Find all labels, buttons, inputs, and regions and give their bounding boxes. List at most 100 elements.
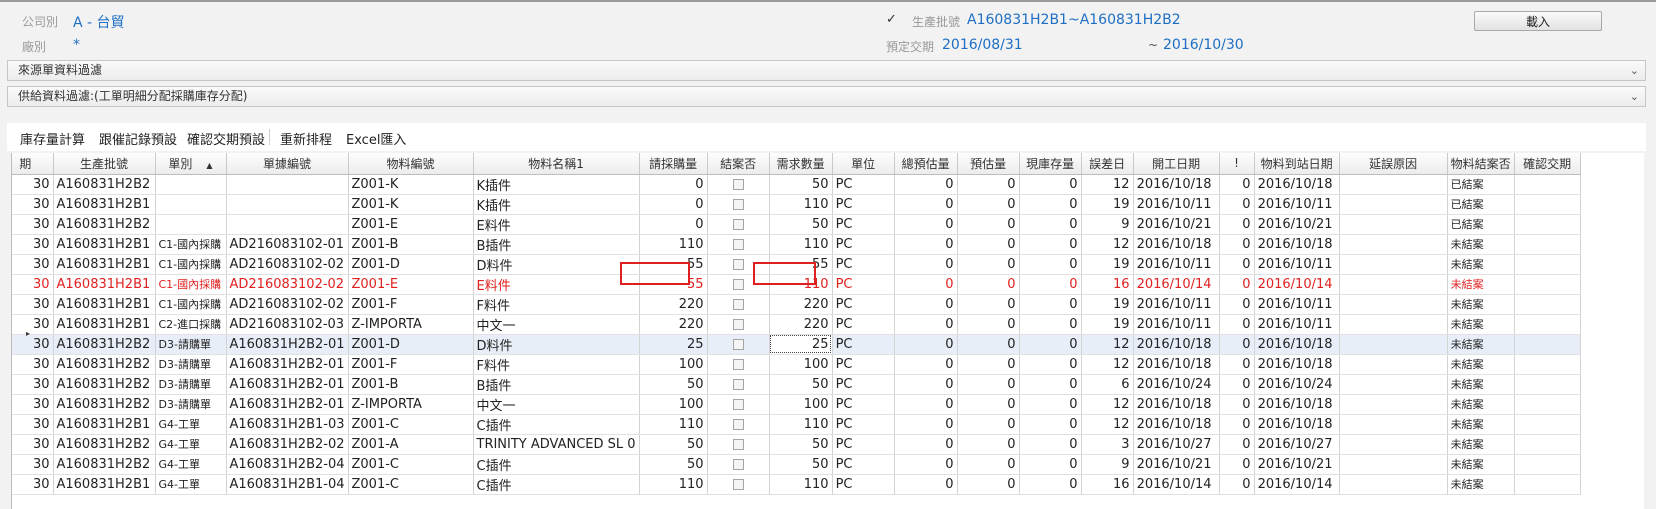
- cell-arrive[interactable]: 2016/10/14: [1254, 474, 1340, 495]
- follow-up-default-button[interactable]: 跟催記錄預設: [99, 129, 177, 148]
- cell-start[interactable]: 2016/10/18: [1133, 394, 1220, 415]
- cell-type[interactable]: [155, 174, 227, 195]
- cell-req[interactable]: 0: [639, 174, 708, 195]
- cell-closed[interactable]: 未結案: [1447, 294, 1515, 315]
- chevron-down-icon[interactable]: ⌄: [1630, 87, 1639, 106]
- cell-doc[interactable]: A160831H2B2-01: [226, 354, 349, 375]
- cell-p[interactable]: 30: [12, 414, 54, 435]
- column-header-19[interactable]: 確認交期: [1514, 153, 1581, 175]
- cell-diff[interactable]: 9: [1081, 454, 1134, 475]
- closed-checkbox-cell[interactable]: [707, 294, 770, 315]
- cell-closed[interactable]: 未結案: [1447, 354, 1515, 375]
- cell-start[interactable]: 2016/10/14: [1133, 474, 1220, 495]
- cell-start[interactable]: 2016/10/18: [1133, 354, 1220, 375]
- table-row[interactable]: 30 A160831H2B2 D3-請購單 A160831H2B2-01 Z001-D D…: [12, 334, 1581, 355]
- column-header-5[interactable]: 物料名稱1: [473, 153, 640, 175]
- cell-stock[interactable]: 0: [1019, 334, 1082, 355]
- cell-stock[interactable]: 0: [1019, 174, 1082, 195]
- table-row[interactable]: 30 A160831H2B1 G4-工單 A160831H2B1-04 Z001-C C插…: [12, 474, 1581, 495]
- cell-confirm[interactable]: [1514, 214, 1581, 235]
- table-row[interactable]: 30 A160831H2B1 C2-進口採購 AD216083102-03 Z-IMPO…: [12, 314, 1581, 335]
- cell-start[interactable]: 2016/10/24: [1133, 374, 1220, 395]
- cell-name[interactable]: B插件: [473, 374, 640, 395]
- cell-item[interactable]: Z001-K: [348, 174, 474, 195]
- cell-req_qty[interactable]: 110: [769, 474, 833, 495]
- cell-doc[interactable]: A160831H2B2-01: [226, 394, 349, 415]
- cell-tot[interactable]: 0: [894, 374, 958, 395]
- cell-closed[interactable]: 未結案: [1447, 254, 1515, 275]
- cell-stock[interactable]: 0: [1019, 394, 1082, 415]
- cell-arrive[interactable]: 2016/10/14: [1254, 274, 1340, 295]
- excel-import-button[interactable]: Excel匯入: [346, 129, 406, 148]
- cell-flag[interactable]: 0: [1219, 394, 1255, 415]
- cell-type[interactable]: D3-請購單: [155, 354, 227, 375]
- cell-start[interactable]: 2016/10/11: [1133, 314, 1220, 335]
- cell-doc[interactable]: [226, 174, 349, 195]
- table-row[interactable]: 30 A160831H2B1 C1-國內採購 AD216083102-01 Z001-B…: [12, 234, 1581, 255]
- cell-tot[interactable]: 0: [894, 474, 958, 495]
- table-row[interactable]: 30 A160831H2B2 D3-請購單 A160831H2B2-01 Z001-F F…: [12, 354, 1581, 375]
- cell-est[interactable]: 0: [957, 354, 1020, 375]
- closed-checkbox[interactable]: [732, 298, 744, 310]
- cell-p[interactable]: 30: [12, 194, 54, 215]
- cell-closed[interactable]: 未結案: [1447, 434, 1515, 455]
- cell-start[interactable]: 2016/10/18: [1133, 414, 1220, 435]
- cell-req[interactable]: 110: [639, 234, 708, 255]
- column-header-14[interactable]: 開工日期: [1133, 153, 1220, 175]
- cell-est[interactable]: 0: [957, 454, 1020, 475]
- column-header-16[interactable]: 物料到站日期: [1254, 153, 1340, 175]
- cell-flag[interactable]: 0: [1219, 254, 1255, 275]
- cell-batch[interactable]: A160831H2B2: [53, 394, 156, 415]
- cell-doc[interactable]: A160831H2B1-04: [226, 474, 349, 495]
- cell-flag[interactable]: 0: [1219, 194, 1255, 215]
- cell-type[interactable]: C2-進口採購: [155, 314, 227, 335]
- cell-item[interactable]: Z001-C: [348, 414, 474, 435]
- cell-item[interactable]: Z001-D: [348, 254, 474, 275]
- cell-diff[interactable]: 16: [1081, 474, 1134, 495]
- cell-reason[interactable]: [1339, 434, 1448, 455]
- cell-reason[interactable]: [1339, 174, 1448, 195]
- cell-req[interactable]: 220: [639, 294, 708, 315]
- cell-batch[interactable]: A160831H2B1: [53, 294, 156, 315]
- cell-type[interactable]: D3-請購單: [155, 374, 227, 395]
- cell-stock[interactable]: 0: [1019, 354, 1082, 375]
- closed-checkbox-cell[interactable]: [707, 414, 770, 435]
- cell-flag[interactable]: 0: [1219, 374, 1255, 395]
- cell-batch[interactable]: A160831H2B1: [53, 194, 156, 215]
- supply-filter-bar[interactable]: 供給資料過濾:(工單明細分配採購庫存分配) ⌄: [7, 86, 1646, 107]
- cell-diff[interactable]: 19: [1081, 194, 1134, 215]
- table-row[interactable]: 30 A160831H2B2 D3-請購單 A160831H2B2-01 Z-IMPOR…: [12, 394, 1581, 415]
- cell-req_qty[interactable]: 110: [769, 414, 833, 435]
- cell-reason[interactable]: [1339, 234, 1448, 255]
- closed-checkbox-cell[interactable]: [707, 434, 770, 455]
- closed-checkbox[interactable]: [732, 218, 744, 230]
- cell-flag[interactable]: 0: [1219, 234, 1255, 255]
- closed-checkbox[interactable]: [732, 478, 744, 490]
- cell-est[interactable]: 0: [957, 394, 1020, 415]
- cell-flag[interactable]: 0: [1219, 174, 1255, 195]
- cell-closed[interactable]: 未結案: [1447, 454, 1515, 475]
- cell-p[interactable]: 30: [12, 214, 54, 235]
- closed-checkbox[interactable]: [732, 178, 744, 190]
- cell-est[interactable]: 0: [957, 314, 1020, 335]
- cell-closed[interactable]: 未結案: [1447, 314, 1515, 335]
- cell-arrive[interactable]: 2016/10/18: [1254, 414, 1340, 435]
- cell-arrive[interactable]: 2016/10/18: [1254, 394, 1340, 415]
- cell-p[interactable]: 30: [12, 394, 54, 415]
- cell-unit[interactable]: PC: [832, 234, 895, 255]
- cell-tot[interactable]: 0: [894, 334, 958, 355]
- closed-checkbox-cell[interactable]: [707, 174, 770, 195]
- cell-start[interactable]: 2016/10/11: [1133, 194, 1220, 215]
- cell-req[interactable]: 0: [639, 194, 708, 215]
- cell-est[interactable]: 0: [957, 334, 1020, 355]
- cell-unit[interactable]: PC: [832, 354, 895, 375]
- cell-batch[interactable]: A160831H2B1: [53, 274, 156, 295]
- cell-reason[interactable]: [1339, 474, 1448, 495]
- cell-name[interactable]: B插件: [473, 234, 640, 255]
- cell-item[interactable]: Z001-B: [348, 234, 474, 255]
- cell-start[interactable]: 2016/10/18: [1133, 234, 1220, 255]
- closed-checkbox[interactable]: [732, 438, 744, 450]
- cell-batch[interactable]: A160831H2B2: [53, 434, 156, 455]
- cell-unit[interactable]: PC: [832, 254, 895, 275]
- cell-doc[interactable]: AD216083102-03: [226, 314, 349, 335]
